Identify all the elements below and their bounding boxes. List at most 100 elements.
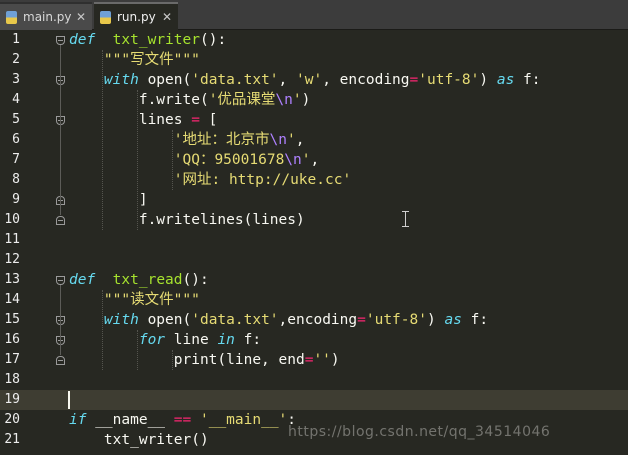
code-line[interactable]: 19 xyxy=(0,390,628,410)
watermark: https://blog.csdn.net/qq_34514046 xyxy=(288,424,551,440)
code-token: == xyxy=(173,412,192,428)
code-text: for line in f: xyxy=(69,330,261,350)
code-token: 'data.txt' xyxy=(191,72,279,88)
line-number: 18 xyxy=(4,372,20,387)
code-line[interactable]: 9 ] xyxy=(0,190,628,210)
tab-label: main.py xyxy=(23,10,72,24)
code-token: \n xyxy=(269,132,287,148)
code-token: = xyxy=(409,72,419,88)
code-text: """读文件""" xyxy=(69,290,200,310)
code-token: f: xyxy=(234,332,262,348)
code-line[interactable]: 10 f.writelines(lines) xyxy=(0,210,628,230)
line-number: 3 xyxy=(12,72,20,87)
code-line[interactable]: 17 print(line, end='') xyxy=(0,350,628,370)
code-token: f: xyxy=(461,312,489,328)
line-number: 10 xyxy=(4,212,20,227)
code-token: ) xyxy=(330,352,340,368)
code-token: ) xyxy=(301,92,311,108)
text-cursor xyxy=(68,391,70,409)
line-number: 4 xyxy=(12,92,20,107)
tab-main-py[interactable]: main.py ✕ xyxy=(0,2,92,30)
code-token: , encoding xyxy=(322,72,410,88)
code-text: '网址: http://uke.cc' xyxy=(69,170,351,190)
code-text: with open('data.txt',encoding='utf-8') a… xyxy=(69,310,488,330)
code-token: txt_writer xyxy=(112,32,200,48)
code-token: (): xyxy=(199,32,227,48)
code-line[interactable]: 2 """写文件""" xyxy=(0,50,628,70)
code-token: 'QQ：95001678 xyxy=(173,152,285,168)
code-line[interactable]: 1 def txt_writer(): xyxy=(0,30,628,50)
code-token: ' xyxy=(286,132,296,148)
close-icon[interactable]: ✕ xyxy=(162,10,172,24)
code-token: 'w' xyxy=(296,72,323,88)
code-token: f.write( xyxy=(69,92,209,108)
close-icon[interactable]: ✕ xyxy=(76,10,86,24)
code-line[interactable]: 16 for line in f: xyxy=(0,330,628,350)
code-token: 'utf-8' xyxy=(365,312,427,328)
code-line[interactable]: 8 '网址: http://uke.cc' xyxy=(0,170,628,190)
code-line[interactable]: 13 def txt_read(): xyxy=(0,270,628,290)
code-text: if __name__ == '__main__': xyxy=(69,410,296,430)
code-token: in xyxy=(217,332,235,348)
code-line[interactable]: 11 xyxy=(0,230,628,250)
code-token: __name__ xyxy=(86,412,174,428)
code-text: ] xyxy=(69,190,148,210)
code-token: f.writelines(lines) xyxy=(69,212,305,228)
code-token: ' xyxy=(301,152,311,168)
code-token: as xyxy=(496,72,515,88)
code-token: '地址：北京市 xyxy=(173,132,270,148)
code-token: lines xyxy=(69,112,192,128)
code-token: def xyxy=(69,272,96,288)
indent-guide xyxy=(136,90,138,230)
code-text: 'QQ：95001678\n', xyxy=(69,150,319,170)
code-token: """读文件""" xyxy=(103,292,200,308)
code-token: ,encoding xyxy=(278,312,358,328)
code-line[interactable]: 12 xyxy=(0,250,628,270)
code-line[interactable]: 4 f.write('优品课堂\n') xyxy=(0,90,628,110)
code-token: ] xyxy=(69,192,148,208)
line-number: 5 xyxy=(12,112,20,127)
python-file-icon xyxy=(100,10,111,24)
tab-run-py[interactable]: run.py ✕ xyxy=(94,2,178,30)
code-token: '__main__' xyxy=(199,412,288,428)
line-number: 2 xyxy=(12,52,20,67)
code-token: def xyxy=(69,32,96,48)
fold-collapse-icon[interactable] xyxy=(56,276,65,285)
code-token: ' xyxy=(292,92,302,108)
mouse-ibeam-cursor xyxy=(402,211,410,227)
fold-collapse-icon[interactable] xyxy=(56,36,65,45)
code-token: f: xyxy=(514,72,541,88)
indent-guide xyxy=(171,350,173,370)
code-text: f.writelines(lines) xyxy=(69,210,305,230)
code-line[interactable]: 5 lines = [ xyxy=(0,110,628,130)
line-number: 21 xyxy=(4,432,20,447)
code-text: lines = [ xyxy=(69,110,218,130)
code-token: , xyxy=(310,152,320,168)
tab-bar: main.py ✕ run.py ✕ xyxy=(0,0,628,30)
line-number: 17 xyxy=(4,352,20,367)
code-line[interactable]: 7 'QQ：95001678\n', xyxy=(0,150,628,170)
fold-end-icon[interactable] xyxy=(56,356,65,365)
fold-end-icon[interactable] xyxy=(56,216,65,225)
line-number: 9 xyxy=(12,192,20,207)
code-token: (): xyxy=(182,272,209,288)
code-token: with xyxy=(103,312,139,328)
code-text: txt_writer() xyxy=(69,430,209,450)
code-line[interactable]: 15 with open('data.txt',encoding='utf-8'… xyxy=(0,310,628,330)
code-token: = xyxy=(191,112,200,128)
code-text: '地址：北京市\n', xyxy=(69,130,305,150)
code-text: f.write('优品课堂\n') xyxy=(69,90,311,110)
code-text: def txt_writer(): xyxy=(69,30,226,50)
code-line[interactable]: 18 xyxy=(0,370,628,390)
line-number: 14 xyxy=(4,292,20,307)
code-token: , xyxy=(278,72,297,88)
tab-label: run.py xyxy=(117,10,156,24)
code-token: ) xyxy=(426,312,445,328)
line-number: 16 xyxy=(4,332,20,347)
line-number: 12 xyxy=(4,252,20,267)
code-line[interactable]: 3 with open('data.txt', 'w', encoding='u… xyxy=(0,70,628,90)
code-line[interactable]: 14 """读文件""" xyxy=(0,290,628,310)
code-line[interactable]: 6 '地址：北京市\n', xyxy=(0,130,628,150)
